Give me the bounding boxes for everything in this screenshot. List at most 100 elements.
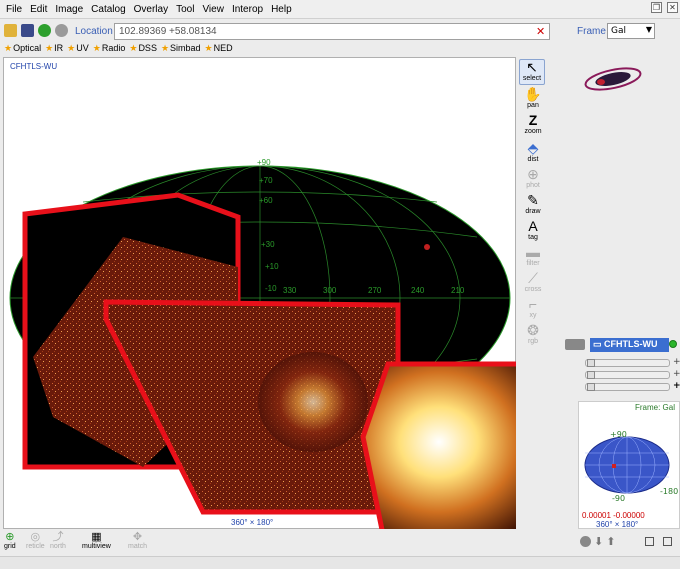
menu-edit[interactable]: Edit xyxy=(26,4,51,15)
stop-icon[interactable] xyxy=(55,23,68,37)
close-icon[interactable]: ✕ xyxy=(667,2,678,13)
grid-label: +30 xyxy=(261,240,275,249)
save-icon[interactable] xyxy=(21,23,34,37)
match-button[interactable]: ✥ match xyxy=(128,531,147,550)
hand-icon: ✋ xyxy=(524,86,542,102)
tool-filter[interactable]: ▬ filter xyxy=(519,244,547,268)
menu-image[interactable]: Image xyxy=(51,4,87,15)
eye-icon: ▭ xyxy=(593,339,605,349)
panner-lon-right: -180 xyxy=(660,487,679,496)
tool-cross[interactable]: ⟋ cross xyxy=(519,270,547,294)
star-icon: ★ xyxy=(67,42,76,53)
north-icon: ⤴ xyxy=(52,531,64,543)
menu-view[interactable]: View xyxy=(198,4,228,15)
frame-select[interactable]: Gal ▼ xyxy=(607,23,655,39)
slider-handle[interactable] xyxy=(587,371,595,379)
clear-icon[interactable]: ✕ xyxy=(536,25,545,38)
bookmarks-bar: ★ Optical ★ IR ★ UV ★ Radio ★ DSS ★ Simbad ★ NE… xyxy=(0,41,233,55)
sky-map[interactable]: +90 +70 +60 +30 +10 -10 330 300 270 240 … xyxy=(3,57,516,529)
zoom-icon: Z xyxy=(528,112,538,128)
menu-catalog[interactable]: Catalog xyxy=(87,4,129,15)
frame-slider[interactable] xyxy=(585,383,670,391)
tool-dist[interactable]: ⬘ dist xyxy=(519,141,547,164)
galaxy-image xyxy=(258,352,368,452)
location-input[interactable]: 102.89369 +58.08134 xyxy=(114,23,550,40)
menu-help[interactable]: Help xyxy=(267,4,296,15)
star-icon: ★ xyxy=(129,42,138,53)
plus-icon[interactable]: + xyxy=(673,381,680,391)
tool-label: multiview xyxy=(82,543,111,550)
zoom-inset-3 xyxy=(360,361,516,529)
status-bar xyxy=(0,556,680,569)
grid-label: 240 xyxy=(411,286,425,295)
opacity-slider[interactable] xyxy=(585,359,670,367)
tool-rgb[interactable]: ❂ rgb xyxy=(519,322,547,346)
bookmark-label: Optical xyxy=(13,43,42,53)
bookmark-dss[interactable]: ★ DSS xyxy=(129,43,157,54)
tool-select[interactable]: ↖ select xyxy=(519,59,545,85)
restore-icon[interactable]: ❐ xyxy=(651,2,662,13)
menu-interop[interactable]: Interop xyxy=(228,4,267,15)
plus-icon[interactable]: + xyxy=(673,357,680,367)
stack-plane-cfhtls[interactable]: ▭ CFHTLS-WU xyxy=(590,338,669,352)
slider-handle[interactable] xyxy=(587,383,595,391)
panner-fov: 360° × 180° xyxy=(596,520,639,529)
aladin-logo xyxy=(584,67,642,91)
tool-label: draw xyxy=(525,208,541,215)
panner-coords: 0.00001 -0.00000 xyxy=(582,511,645,520)
bookmark-label: Radio xyxy=(101,43,126,53)
bookmark-uv[interactable]: ★ UV xyxy=(67,43,89,54)
panner-cursor xyxy=(612,464,616,468)
tool-xy[interactable]: ⌐ xy xyxy=(519,297,547,320)
menu-tool[interactable]: Tool xyxy=(172,4,198,15)
tool-label: rgb xyxy=(527,338,539,345)
panner-frame-label: Frame: Gal xyxy=(635,403,676,412)
tool-label: tag xyxy=(528,234,538,241)
location-label: Location xyxy=(75,26,113,37)
tool-label: phot xyxy=(526,182,540,189)
grid-label: 300 xyxy=(323,286,337,295)
grid-label: +70 xyxy=(259,176,273,185)
menu-file[interactable]: File xyxy=(0,4,26,15)
slider-handle[interactable] xyxy=(587,359,595,367)
tool-label: match xyxy=(128,543,148,550)
tool-zoom[interactable]: Zzoom xyxy=(519,112,547,136)
arrow-up-icon[interactable]: ⬆ xyxy=(606,536,615,547)
bookmark-radio[interactable]: ★ Radio xyxy=(93,43,126,54)
multiview-button[interactable]: ▦ multiview xyxy=(82,531,111,550)
arrow-down-icon[interactable]: ⬇ xyxy=(594,536,603,547)
zoom-slider[interactable] xyxy=(585,371,670,379)
tool-pan[interactable]: ✋ pan xyxy=(519,86,547,110)
star-icon: ★ xyxy=(45,42,54,53)
expand-icon[interactable] xyxy=(663,537,672,546)
north-button[interactable]: ⤴ north xyxy=(50,531,66,550)
rgb-icon: ❂ xyxy=(527,322,539,338)
filter-icon: ▬ xyxy=(526,244,540,260)
grid-label: +90 xyxy=(257,158,271,167)
bookmark-optical[interactable]: ★ Optical xyxy=(4,43,41,54)
grid-icon: ⊕ xyxy=(5,531,15,543)
tool-label: north xyxy=(50,543,66,550)
tool-phot[interactable]: ⊕ phot xyxy=(519,167,547,190)
bookmark-ned[interactable]: ★ NED xyxy=(205,43,233,54)
circle-icon[interactable] xyxy=(580,536,591,547)
open-folder-icon[interactable] xyxy=(4,23,17,37)
bookmark-simbad[interactable]: ★ Simbad xyxy=(161,43,201,54)
grid-button[interactable]: ⊕ grid xyxy=(4,531,16,550)
star-icon: ★ xyxy=(92,42,101,53)
tool-label: cross xyxy=(524,286,542,293)
plus-icon[interactable]: + xyxy=(673,369,680,379)
tool-panel: ↖ select ✋ pan Zzoom ⬘ dist ⊕ phot ✎ draw Ata… xyxy=(517,57,547,357)
menu-overlay[interactable]: Overlay xyxy=(130,4,172,15)
bookmark-label: IR xyxy=(54,43,64,53)
bookmark-ir[interactable]: ★ IR xyxy=(45,43,63,54)
back-icon[interactable] xyxy=(38,23,51,37)
tool-tag[interactable]: Atag xyxy=(519,219,547,242)
sky-marker xyxy=(424,244,430,250)
window-icon[interactable] xyxy=(645,537,654,546)
cross-icon: ⟋ xyxy=(528,270,538,286)
grid-label: 210 xyxy=(451,286,465,295)
tool-draw[interactable]: ✎ draw xyxy=(519,193,547,216)
reticle-button[interactable]: ◎ reticle xyxy=(26,531,45,550)
tool-label: dist xyxy=(527,156,539,163)
